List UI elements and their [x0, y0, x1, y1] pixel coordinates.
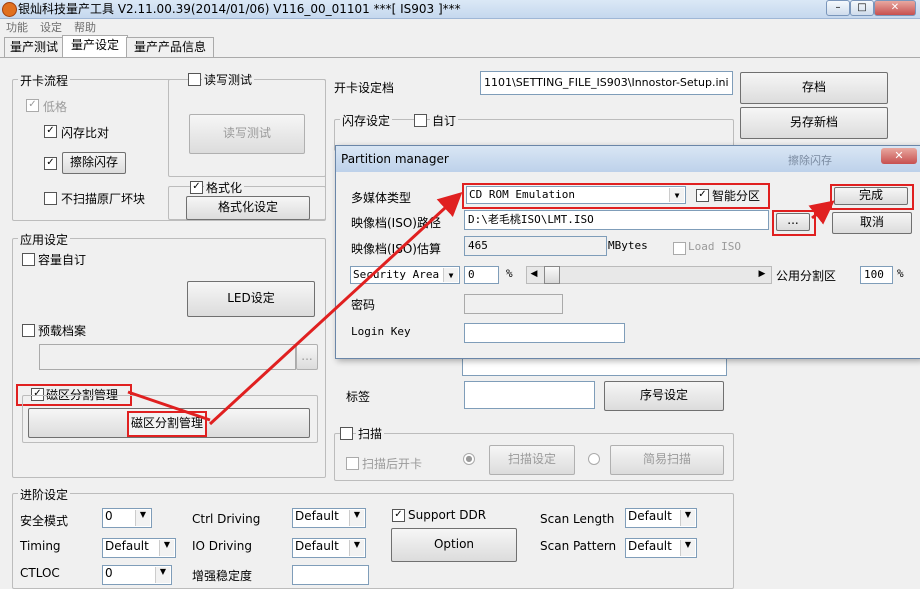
arrow-connector: [127, 390, 211, 422]
arrow-to-done: [808, 200, 835, 225]
annotation-arrows: [127, 191, 835, 426]
arrow-to-media-type: [208, 191, 463, 426]
